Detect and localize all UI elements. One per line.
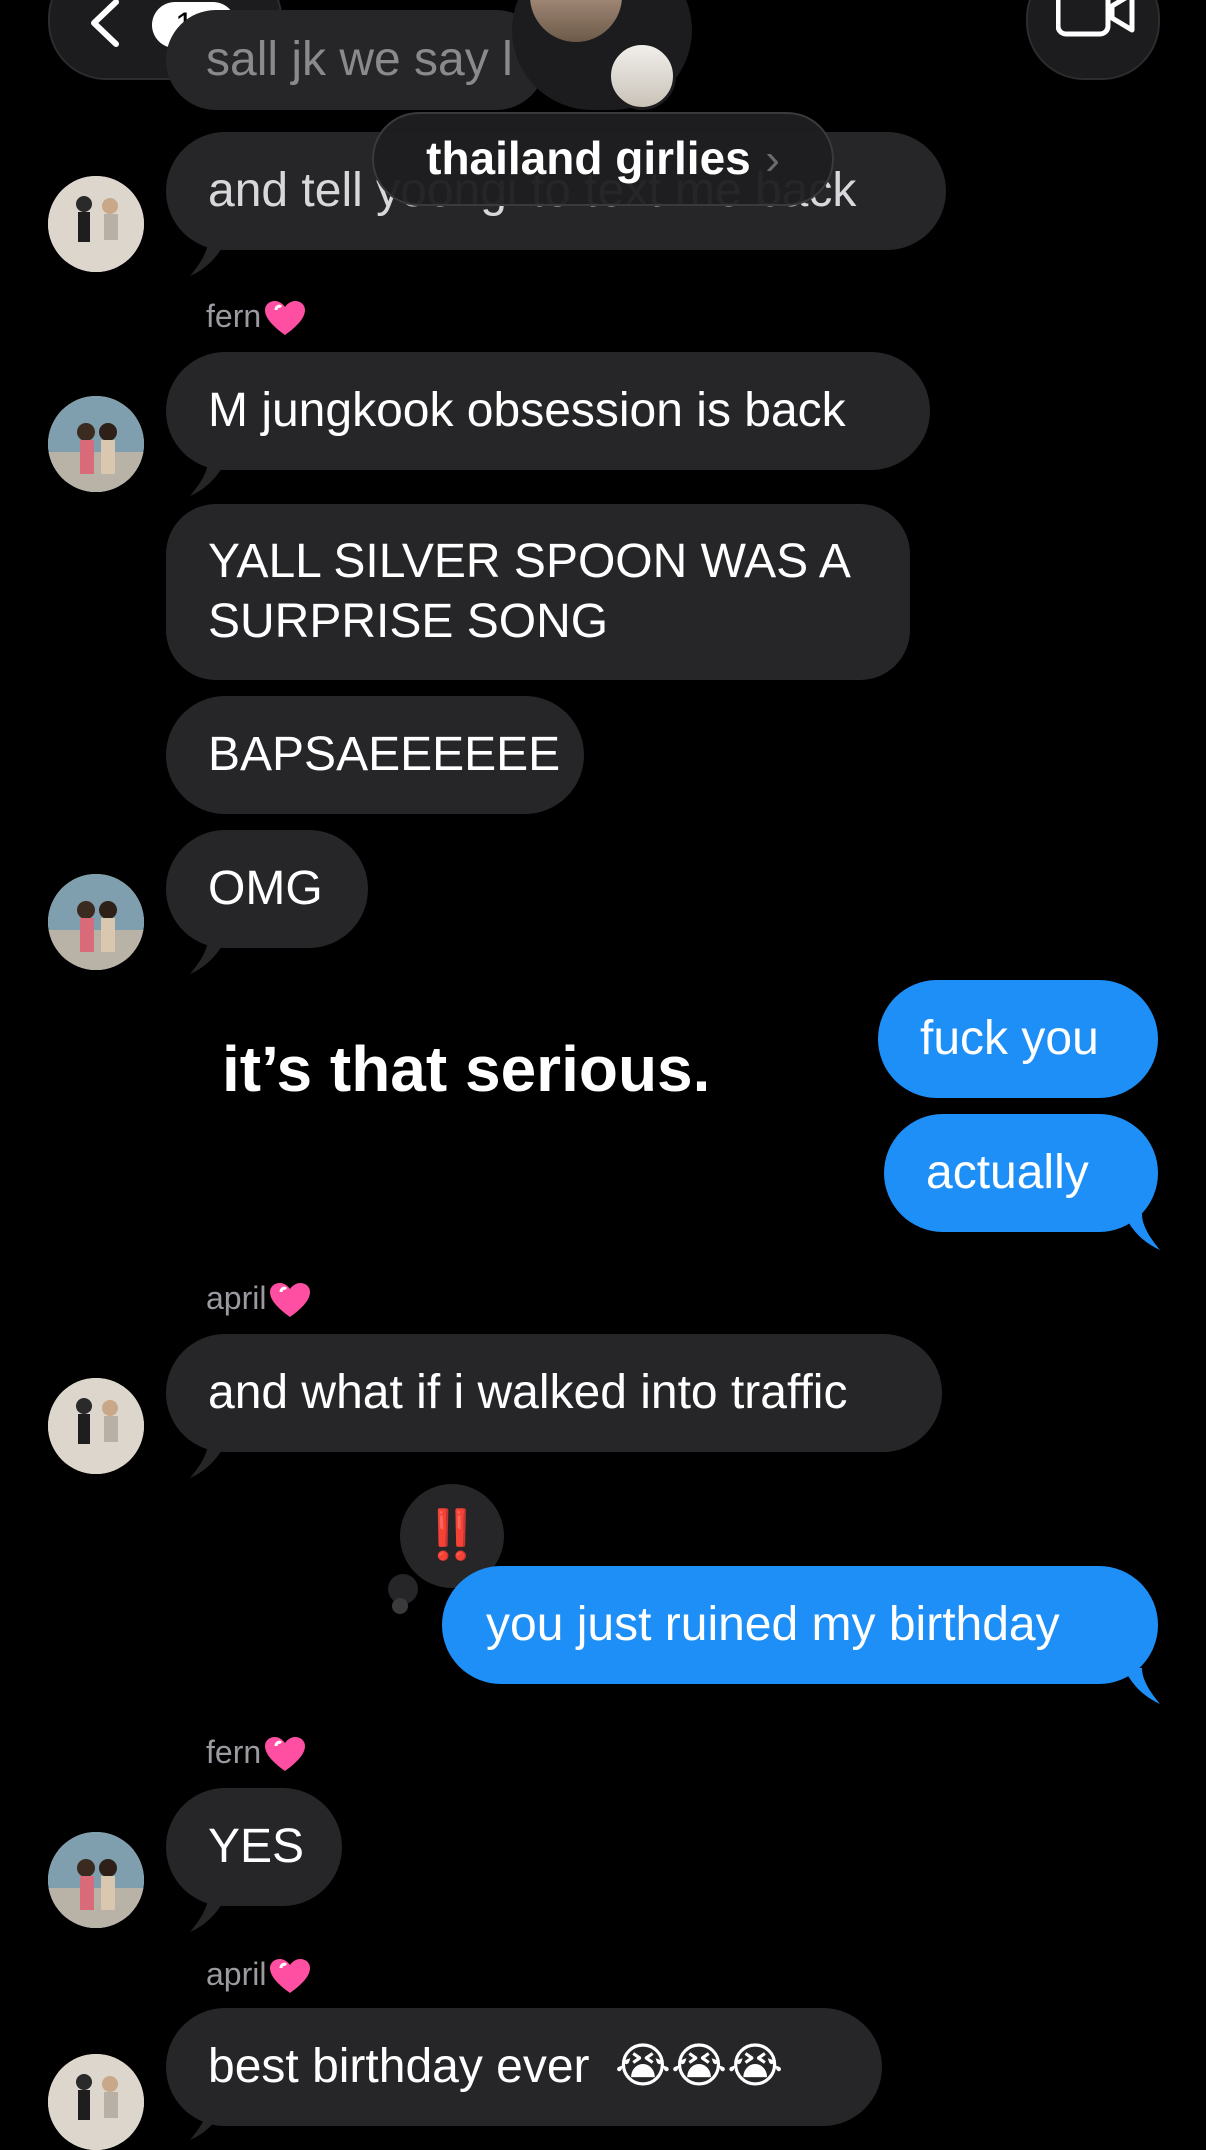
avatar-fern[interactable] <box>48 396 144 492</box>
message-bubble[interactable]: and what if i walked into traffic <box>166 1334 942 1452</box>
pink-heart-icon <box>265 300 306 335</box>
outgoing-message-bubble[interactable]: actually <box>884 1114 1158 1232</box>
message-bubble[interactable]: YES <box>166 1788 342 1906</box>
person-photo-icon <box>48 1378 144 1474</box>
sender-name-april: april <box>206 1280 311 1319</box>
message-text: sall jk we say l <box>206 33 513 86</box>
bubble-tail <box>190 240 226 276</box>
message-bubble[interactable]: BAPSAEEEEEE <box>166 696 584 814</box>
person-photo-icon <box>48 396 144 492</box>
sender-name-fern: fern <box>206 1734 306 1773</box>
group-avatar[interactable] <box>512 0 692 110</box>
tapback-dot-small <box>392 1598 408 1614</box>
outgoing-message-bubble[interactable]: fuck you <box>878 980 1158 1098</box>
pink-heart-icon <box>270 1282 311 1317</box>
person-photo-icon <box>48 874 144 970</box>
message-text: BAPSAEEEEEE <box>208 728 561 781</box>
avatar-april[interactable] <box>48 2054 144 2150</box>
message-bubble[interactable]: M jungkook obsession is back <box>166 352 930 470</box>
sender-name-fern: fern <box>206 298 306 337</box>
message-bubble[interactable]: best birthday ever 😭😭😭 <box>166 2008 882 2126</box>
message-text: YES <box>208 1820 305 1873</box>
group-name: thailand girlies <box>426 132 751 184</box>
sender-name-april: april <box>206 1956 311 1995</box>
avatar-april[interactable] <box>48 176 144 272</box>
outgoing-message-bubble[interactable]: you just ruined my birthday <box>442 1566 1158 1684</box>
loudly-crying-emoji: 😭😭😭 <box>614 2040 784 2093</box>
overlay-caption: it’s that serious. <box>222 1033 711 1105</box>
message-bubble[interactable]: YALL SILVER SPOON WAS A SURPRISE SONG <box>166 504 910 680</box>
bubble-tail <box>190 1896 226 1932</box>
message-text: you just ruined my birthday <box>486 1598 1060 1651</box>
message-text-line: SURPRISE SONG <box>208 595 609 648</box>
group-photo-secondary <box>608 42 676 110</box>
bubble-tail <box>190 1442 226 1478</box>
message-bubble-partial[interactable]: sall jk we say l <box>166 10 546 110</box>
pink-heart-icon <box>270 1958 311 1993</box>
message-text: fuck you <box>920 1012 1099 1065</box>
avatar-fern[interactable] <box>48 874 144 970</box>
bubble-tail <box>190 460 226 496</box>
message-text: OMG <box>208 862 323 915</box>
bubble-tail <box>1124 1668 1160 1704</box>
person-photo-icon <box>48 176 144 272</box>
message-bubble[interactable]: OMG <box>166 830 368 948</box>
person-photo-icon <box>48 1832 144 1928</box>
chevron-right-icon: › <box>765 135 780 184</box>
message-text-line: YALL SILVER SPOON WAS A <box>208 535 851 588</box>
message-text: actually <box>926 1146 1089 1199</box>
group-photo-main <box>530 0 622 42</box>
bubble-tail <box>190 2104 226 2140</box>
chevron-left-icon <box>91 0 119 47</box>
message-text: M jungkook obsession is back <box>208 384 846 437</box>
video-call-button[interactable] <box>1026 0 1160 80</box>
pink-heart-icon <box>265 1736 306 1771</box>
person-photo-icon <box>48 2054 144 2150</box>
message-text: and what if i walked into traffic <box>208 1366 848 1419</box>
bubble-tail <box>190 938 226 974</box>
message-text: best birthday ever <box>208 2040 590 2093</box>
group-name-pill[interactable]: thailand girlies › <box>372 112 834 206</box>
avatar-fern[interactable] <box>48 1832 144 1928</box>
avatar-april[interactable] <box>48 1378 144 1474</box>
bubble-tail <box>1124 1214 1160 1250</box>
video-camera-icon <box>1056 0 1135 37</box>
double-exclamation-icon: ‼️ <box>422 1509 482 1562</box>
